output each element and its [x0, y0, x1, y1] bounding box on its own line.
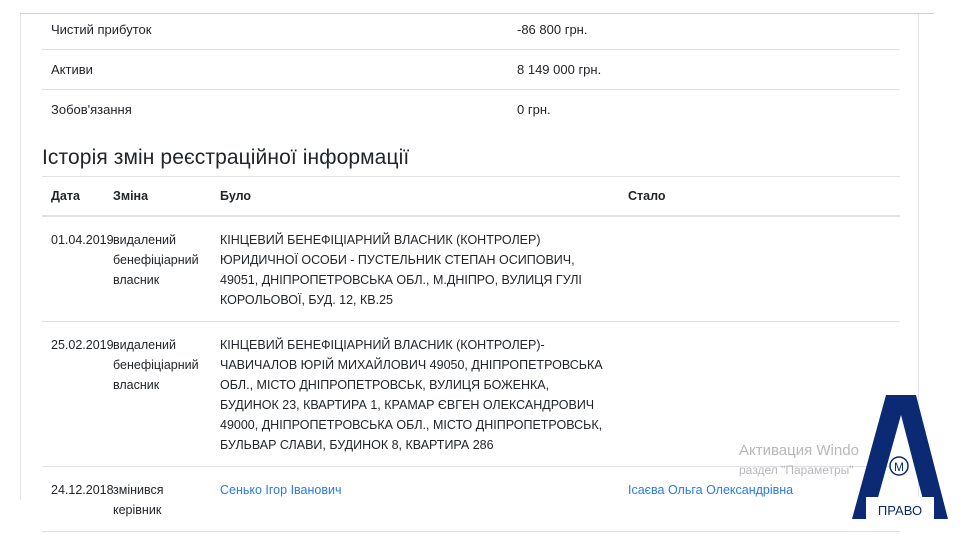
column-header-change: Зміна: [104, 176, 211, 217]
pravo-logo: М ПРАВО: [850, 393, 950, 519]
financial-row: Активи 8 149 000 грн.: [42, 50, 900, 90]
watermark-line-2: раздел "Параметры": [739, 463, 854, 477]
history-change: видалений бенефіціарний власник: [104, 216, 211, 322]
history-was: КІНЦЕВИЙ БЕНЕФІЦІАРНИЙ ВЛАСНИК (КОНТРОЛЕ…: [211, 321, 619, 467]
logo-badge-letter: М: [894, 460, 904, 474]
financial-label: Активи: [51, 62, 93, 77]
financials-table: Чистий прибуток -86 800 грн. Активи 8 14…: [42, 10, 900, 129]
previous-director-link[interactable]: Сенько Ігор Іванович: [220, 483, 341, 497]
history-table: Дата Зміна Було Стало 01.04.2019 видален…: [42, 176, 900, 532]
financial-label: Чистий прибуток: [51, 22, 152, 37]
watermark-line-1: Активация Windo: [739, 442, 859, 459]
history-date: 01.04.2019: [42, 216, 114, 322]
financial-row: Чистий прибуток -86 800 грн.: [42, 10, 900, 50]
column-header-became: Стало: [619, 176, 900, 217]
column-header-date: Дата: [42, 176, 104, 217]
history-change: змінився керівник: [104, 466, 211, 532]
financial-value: -86 800 грн.: [517, 22, 588, 37]
history-section-title: Історія змін реєстраційної інформації: [42, 146, 410, 169]
financial-row: Зобов'язання 0 грн.: [42, 90, 900, 129]
history-header-row: Дата Зміна Було Стало: [42, 176, 900, 217]
pravo-logo-icon: М ПРАВО: [852, 395, 948, 519]
financial-value: 0 грн.: [517, 102, 551, 117]
financial-value: 8 149 000 грн.: [517, 62, 602, 77]
history-became: [619, 216, 900, 322]
history-was-link: Сенько Ігор Іванович: [211, 466, 619, 532]
history-row: 01.04.2019 видалений бенефіціарний власн…: [42, 216, 900, 322]
history-change: видалений бенефіціарний власник: [104, 321, 211, 467]
history-date: 25.02.2019: [42, 321, 114, 467]
left-border: [20, 14, 21, 500]
financial-label: Зобов'язання: [51, 102, 132, 117]
history-was: КІНЦЕВИЙ БЕНЕФІЦІАРНИЙ ВЛАСНИК (КОНТРОЛЕ…: [211, 216, 619, 322]
history-date: 24.12.2018: [42, 466, 114, 532]
new-director-link[interactable]: Ісаєва Ольга Олександрівна: [628, 483, 793, 497]
windows-activation-watermark: Активация Windo раздел "Параметры": [739, 442, 859, 477]
logo-text: ПРАВО: [878, 503, 922, 518]
column-header-was: Було: [211, 176, 619, 217]
